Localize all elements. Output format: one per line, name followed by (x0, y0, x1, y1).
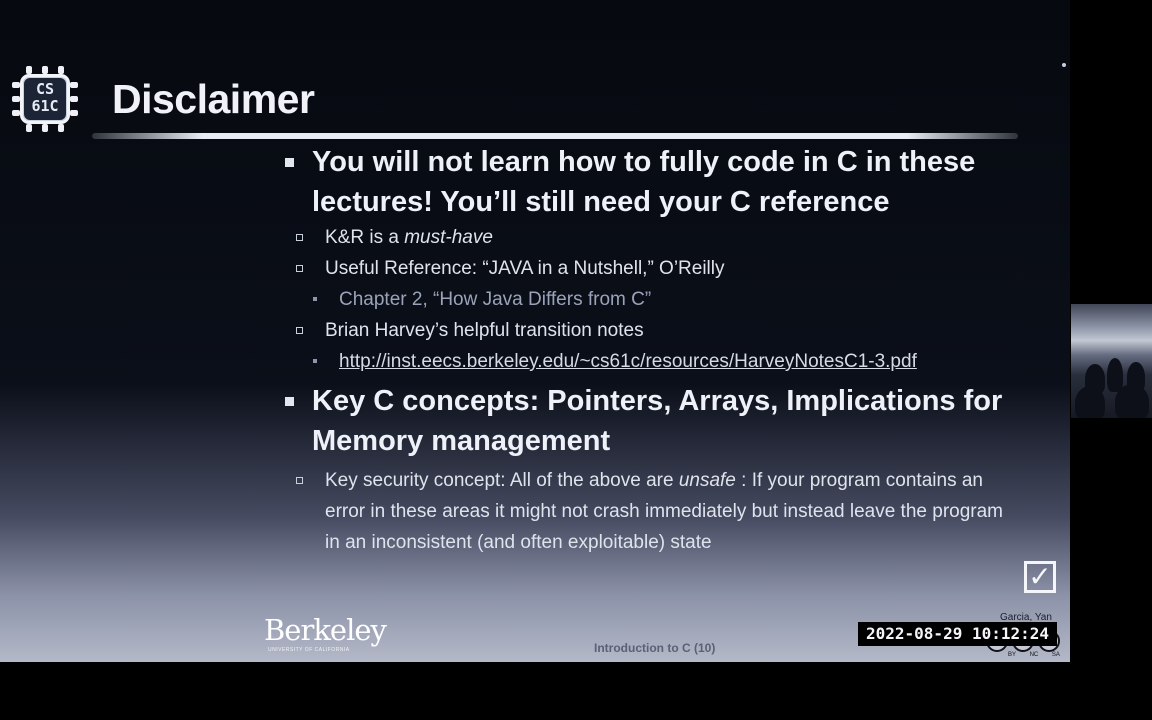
bullet-text: Key C concepts: Pointers, Arrays, Implic… (312, 385, 1003, 457)
small-square-bullet-icon (313, 297, 317, 301)
hollow-square-bullet-icon (296, 327, 303, 334)
lecture-slide: CS 61C Disclaimer You will not learn how… (0, 0, 1070, 662)
checked-box-icon: ✓ (1024, 561, 1056, 593)
webcam-thumbnail[interactable] (1071, 304, 1152, 418)
title-divider (92, 133, 1018, 139)
license-labels: BY NC SA (1008, 652, 1060, 658)
lecture-footer-title: Introduction to C (10) (594, 641, 716, 655)
bullet-emphasis: unsafe (678, 470, 736, 491)
bullet-level1: You will not learn how to fully code in … (282, 142, 1022, 222)
hollow-square-bullet-icon (296, 265, 303, 272)
square-bullet-icon (285, 397, 294, 406)
hollow-square-bullet-icon (296, 234, 303, 241)
bullet-text: Useful Reference: “JAVA in a Nutshell,” … (325, 258, 725, 279)
bullet-text: Chapter 2, “How Java Differs from C” (339, 289, 652, 310)
bullet-level1: Key C concepts: Pointers, Arrays, Implic… (282, 381, 1022, 461)
audience-person (1115, 384, 1149, 418)
cs61c-chip-logo-icon: CS 61C (12, 66, 78, 132)
bullet-text: Key security concept: All of the above a… (325, 470, 679, 491)
small-square-bullet-icon (313, 359, 317, 363)
hollow-square-bullet-icon (296, 477, 303, 484)
bullet-level2: Brian Harvey’s helpful transition notes (282, 315, 1022, 346)
bullet-text: K&R is a (325, 227, 405, 248)
bullet-level3: http://inst.eecs.berkeley.edu/~cs61c/res… (282, 346, 1022, 377)
bullet-emphasis: must-have (404, 227, 493, 248)
square-bullet-icon (285, 158, 294, 167)
harvey-notes-link[interactable]: http://inst.eecs.berkeley.edu/~cs61c/res… (339, 351, 917, 372)
slide-bullets: You will not learn how to fully code in … (282, 142, 1022, 558)
slide-title: Disclaimer (112, 76, 315, 122)
berkeley-logo: Berkeley (264, 613, 387, 647)
cursor-dot (1062, 63, 1066, 67)
video-timestamp: 2022-08-29 10:12:24 (858, 622, 1058, 646)
bullet-level2: Key security concept: All of the above a… (282, 465, 1022, 558)
bullet-level3: Chapter 2, “How Java Differs from C” (282, 284, 1022, 315)
bullet-level2: K&R is a must-have (282, 222, 1022, 253)
berkeley-logo-subtitle: UNIVERSITY OF CALIFORNIA (268, 647, 350, 653)
bullet-text: Brian Harvey’s helpful transition notes (325, 320, 644, 341)
bullet-text: You will not learn how to fully code in … (312, 146, 976, 218)
bullet-level2: Useful Reference: “JAVA in a Nutshell,” … (282, 253, 1022, 284)
audience-person (1075, 386, 1105, 418)
logo-text: CS 61C (24, 78, 66, 120)
